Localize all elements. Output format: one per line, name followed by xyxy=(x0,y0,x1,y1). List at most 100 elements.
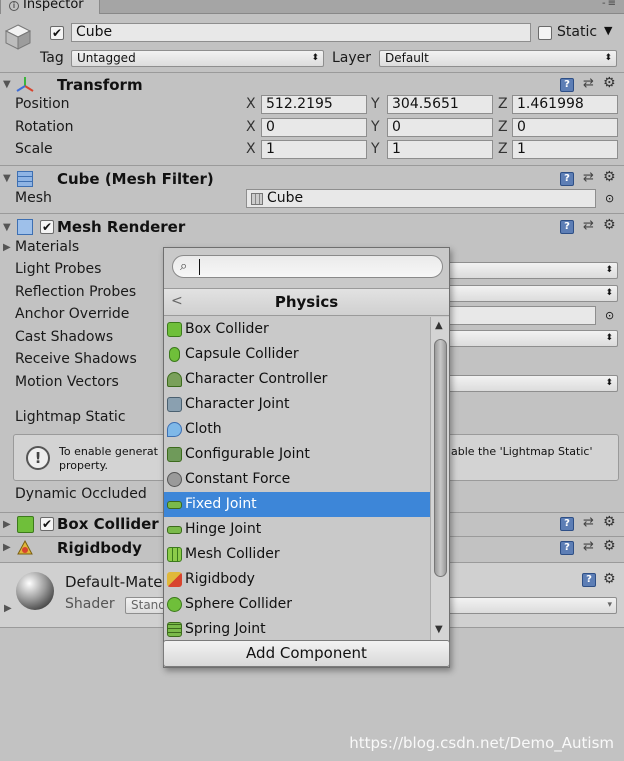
cloth-icon xyxy=(167,422,182,437)
list-item-constant-force[interactable]: Constant Force xyxy=(164,467,430,492)
axis-z-label[interactable]: Z xyxy=(498,119,508,135)
light-probes-dropdown[interactable]: ⬍ xyxy=(440,262,618,279)
popup-scrollbar[interactable]: ▲ ▼ xyxy=(430,317,449,641)
position-x-field[interactable]: 512.2195 xyxy=(261,95,367,114)
scale-z-field[interactable]: 1 xyxy=(512,140,618,159)
axis-x-label[interactable]: X xyxy=(246,141,256,157)
chevron-icon: ⬍ xyxy=(605,333,613,343)
gear-icon[interactable]: ⚙ xyxy=(603,571,616,587)
foldout-triangle-icon[interactable]: ▼ xyxy=(3,79,11,90)
rigidbody-title: Rigidbody xyxy=(57,539,142,557)
anchor-override-label: Anchor Override xyxy=(15,306,130,322)
position-z-field[interactable]: 1.461998 xyxy=(512,95,618,114)
cast-shadows-dropdown[interactable]: ⬍ xyxy=(440,330,618,347)
preset-icon[interactable]: ⇄ xyxy=(583,170,594,185)
cast-shadows-label: Cast Shadows xyxy=(15,329,114,345)
layer-dropdown[interactable]: Default ⬍ xyxy=(379,50,617,67)
preset-icon[interactable]: ⇄ xyxy=(583,515,594,530)
foldout-triangle-icon[interactable]: ▶ xyxy=(3,519,11,530)
list-item-spring-joint[interactable]: Spring Joint xyxy=(164,617,430,642)
help-icon[interactable]: ? xyxy=(560,517,574,531)
foldout-triangle-icon[interactable]: ▼ xyxy=(3,173,11,184)
gear-icon[interactable]: ⚙ xyxy=(603,217,616,233)
axis-z-label[interactable]: Z xyxy=(498,141,508,157)
help-icon[interactable]: ? xyxy=(560,541,574,555)
foldout-triangle-icon[interactable]: ▶ xyxy=(3,242,11,253)
rotation-y-field[interactable]: 0 xyxy=(387,118,493,137)
box-collider-enabled-checkbox[interactable]: ✔ xyxy=(40,517,54,531)
list-item-capsule-collider[interactable]: Capsule Collider xyxy=(164,342,430,367)
list-item-character-joint[interactable]: Character Joint xyxy=(164,392,430,417)
help-icon[interactable]: ? xyxy=(560,172,574,186)
list-item-character-controller[interactable]: Character Controller xyxy=(164,367,430,392)
foldout-triangle-icon[interactable]: ▶ xyxy=(3,542,11,553)
info-text-left-2: property. xyxy=(59,459,109,472)
list-item-cloth[interactable]: Cloth xyxy=(164,417,430,442)
search-field[interactable]: ⌕ xyxy=(172,255,443,278)
object-picker-icon[interactable]: ⊙ xyxy=(605,309,614,322)
scroll-down-icon[interactable]: ▼ xyxy=(435,624,443,635)
help-icon[interactable]: ? xyxy=(560,78,574,92)
scale-y-field[interactable]: 1 xyxy=(387,140,493,159)
transform-title: Transform xyxy=(57,76,143,94)
gear-icon[interactable]: ⚙ xyxy=(603,169,616,185)
object-name-input[interactable]: Cube xyxy=(71,23,531,42)
axis-x-label[interactable]: X xyxy=(246,96,256,112)
configurable-joint-icon xyxy=(167,447,182,462)
tag-dropdown[interactable]: Untagged ⬍ xyxy=(71,50,324,67)
gear-icon[interactable]: ⚙ xyxy=(603,514,616,530)
motion-vectors-dropdown[interactable]: ⬍ xyxy=(440,375,618,392)
mesh-filter-icon xyxy=(17,171,33,187)
list-item-mesh-collider[interactable]: Mesh Collider xyxy=(164,542,430,567)
axis-y-label[interactable]: Y xyxy=(371,96,380,112)
search-input[interactable] xyxy=(199,259,429,275)
list-item-sphere-collider[interactable]: Sphere Collider xyxy=(164,592,430,617)
help-icon[interactable]: ? xyxy=(560,220,574,234)
tab-inspector[interactable]: i Inspector xyxy=(0,0,100,14)
list-item-box-collider[interactable]: Box Collider xyxy=(164,317,430,342)
mesh-object-field[interactable]: Cube xyxy=(246,189,596,208)
axis-x-label[interactable]: X xyxy=(246,119,256,135)
preset-icon[interactable]: ⇄ xyxy=(583,76,594,91)
rotation-label: Rotation xyxy=(15,119,74,135)
cube-object-icon xyxy=(4,22,32,50)
list-item-fixed-joint[interactable]: Fixed Joint xyxy=(164,492,430,517)
help-icon[interactable]: ? xyxy=(582,573,596,587)
scroll-up-icon[interactable]: ▲ xyxy=(435,320,443,331)
scale-x-field[interactable]: 1 xyxy=(261,140,367,159)
shader-label: Shader xyxy=(65,596,115,612)
gear-icon[interactable]: ⚙ xyxy=(603,538,616,554)
mesh-renderer-title: Mesh Renderer xyxy=(57,218,186,236)
mesh-renderer-enabled-checkbox[interactable]: ✔ xyxy=(40,220,54,234)
anchor-override-field[interactable] xyxy=(440,306,596,325)
lightmap-static-label: Lightmap Static xyxy=(15,409,126,425)
position-y-field[interactable]: 304.5651 xyxy=(387,95,493,114)
reflection-probes-label: Reflection Probes xyxy=(15,284,137,300)
axis-y-label[interactable]: Y xyxy=(371,141,380,157)
list-item-hinge-joint[interactable]: Hinge Joint xyxy=(164,517,430,542)
object-picker-icon[interactable]: ⊙ xyxy=(605,192,614,205)
chevron-icon: ▾ xyxy=(607,600,612,610)
rotation-z-field[interactable]: 0 xyxy=(512,118,618,137)
static-checkbox[interactable] xyxy=(538,26,552,40)
axis-z-label[interactable]: Z xyxy=(498,96,508,112)
popup-header: < Physics xyxy=(164,288,449,316)
add-component-button[interactable]: Add Component xyxy=(163,640,450,667)
reflection-probes-dropdown[interactable]: ⬍ xyxy=(440,285,618,302)
foldout-triangle-icon[interactable]: ▼ xyxy=(3,222,11,233)
list-item-rigidbody[interactable]: Rigidbody xyxy=(164,567,430,592)
list-item-configurable-joint[interactable]: Configurable Joint xyxy=(164,442,430,467)
foldout-triangle-icon[interactable]: ▶ xyxy=(4,603,12,614)
rotation-x-field[interactable]: 0 xyxy=(261,118,367,137)
preset-icon[interactable]: ⇄ xyxy=(583,539,594,554)
preset-icon[interactable]: ⇄ xyxy=(583,218,594,233)
static-dropdown-icon[interactable]: ▼ xyxy=(604,24,612,37)
gear-icon[interactable]: ⚙ xyxy=(603,75,616,91)
watermark-text: https://blog.csdn.net/Demo_Autism xyxy=(349,734,614,752)
materials-label[interactable]: Materials xyxy=(15,239,79,255)
axis-y-label[interactable]: Y xyxy=(371,119,380,135)
active-checkbox[interactable]: ✔ xyxy=(50,26,64,40)
motion-vectors-label: Motion Vectors xyxy=(15,374,119,390)
scrollbar-thumb[interactable] xyxy=(434,339,447,577)
tab-menu-icon[interactable]: -≡ xyxy=(602,0,618,9)
